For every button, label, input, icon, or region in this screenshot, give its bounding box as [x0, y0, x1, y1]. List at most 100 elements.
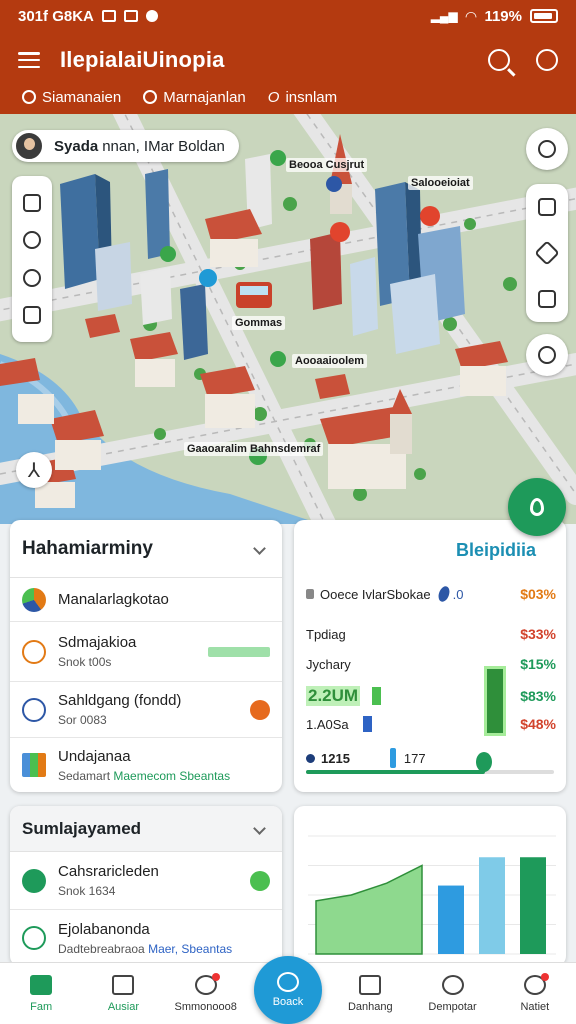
drop-icon: [436, 584, 452, 604]
summary-card: Hahamiarminy Manalarlagkotao Sdmajakioa …: [10, 520, 282, 792]
list-item[interactable]: Cahsraricleden Snok 1634: [10, 852, 282, 910]
stat-row[interactable]: 1.A0Sa $48%: [306, 716, 556, 732]
nav-label: Fam: [30, 1000, 53, 1013]
stat-row[interactable]: Ooece IvlarSbokae .0 $03%: [306, 584, 556, 604]
city-map[interactable]: Beooa Cusjrut Salooeioiat Aooaaioolem Go…: [0, 114, 576, 524]
stat-row[interactable]: 2.2UM $83%: [306, 686, 556, 706]
compass-icon[interactable]: ⅄: [16, 452, 52, 488]
bar-area-chart[interactable]: [294, 806, 566, 966]
nav-home[interactable]: Fam: [0, 963, 82, 1024]
settings-button[interactable]: [526, 334, 568, 376]
item-title: Sdmajakioa: [58, 634, 137, 651]
list-item[interactable]: Ejolabanonda Dadtebreabraoa Maer, Sbeant…: [10, 910, 282, 966]
list-item[interactable]: Undajanaa Sedamart Maemecom Sbeantas: [10, 738, 282, 792]
image-icon: [123, 10, 138, 22]
stat-label: 1215: [321, 750, 350, 766]
battery-icon: [530, 9, 558, 23]
stat-row[interactable]: Jychary $15%: [306, 656, 556, 672]
item-title: Undajanaa: [58, 747, 131, 765]
search-map-icon[interactable]: [23, 231, 41, 250]
stat-label: Jychary: [306, 656, 351, 672]
nav-notifications[interactable]: Smmonooo8: [165, 963, 247, 1024]
status-text: 301f G8KA: [18, 7, 94, 25]
home-icon[interactable]: [23, 306, 41, 325]
stat-label: 2.2UM: [306, 686, 361, 706]
chart-bar-2[interactable]: [520, 857, 546, 954]
sliders-icon: [538, 346, 556, 364]
mini-bar-blue: [362, 716, 372, 732]
item-title: Sahldgang (fondd): [58, 692, 182, 709]
chip-icon: [22, 90, 36, 104]
stat-row[interactable]: 1215 177: [306, 748, 556, 768]
map-label[interactable]: Aooaaioolem: [292, 354, 368, 368]
tag-icon[interactable]: [534, 240, 560, 266]
list-item[interactable]: Sdmajakioa Snok t00s: [10, 622, 282, 682]
nav-label: Danhang: [347, 1000, 393, 1013]
badge-dot: [211, 972, 220, 981]
stat-label: 1.A0Sa: [306, 716, 349, 732]
subtitle-link[interactable]: Maer, Sbeantas: [148, 942, 232, 956]
map-label[interactable]: Gommas: [232, 316, 286, 330]
map-label[interactable]: Gaaoaralim Bahnsdemraf: [184, 442, 324, 456]
gear-icon: [523, 972, 549, 995]
nav-messages[interactable]: Danhang: [329, 963, 411, 1024]
globe-icon: [277, 972, 299, 992]
map-label[interactable]: Salooeioiat: [408, 176, 473, 190]
target-icon: [538, 140, 556, 158]
area-series[interactable]: [315, 864, 423, 955]
stat-label: Tpdiag: [306, 626, 346, 642]
dot-icon: [306, 753, 315, 763]
filter-chips: Siamanaien Marnajanlan Oinsnlam: [0, 84, 576, 110]
chart-bar-1[interactable]: [479, 857, 505, 954]
list-item[interactable]: Manalarlagkotao: [10, 578, 282, 622]
nav-settings[interactable]: Natiet: [494, 963, 576, 1024]
chart-bar-0[interactable]: [438, 885, 464, 954]
alert-icon: [145, 10, 158, 22]
progress-track[interactable]: [306, 770, 554, 774]
nav-calendar[interactable]: Ausiar: [82, 963, 164, 1024]
chevron-down-icon[interactable]: [253, 822, 266, 835]
search-icon[interactable]: [488, 49, 510, 71]
chip-0[interactable]: Siamanaien: [22, 89, 121, 106]
cube-icon[interactable]: [538, 198, 556, 216]
item-title: Manalarlagkotao: [58, 591, 169, 608]
person-icon[interactable]: [23, 268, 41, 287]
map-illustration: [0, 114, 576, 524]
nav-label: Smmonooo8: [174, 1000, 237, 1013]
subtitle-text: Dadtebreabraoa: [58, 941, 149, 956]
card-header[interactable]: Sumlajayamed: [10, 806, 282, 852]
mini-bar-green: [372, 687, 382, 705]
nav-explore[interactable]: Dempotar: [411, 963, 493, 1024]
vehicle-icon: [22, 868, 46, 893]
profile-icon[interactable]: [536, 49, 558, 71]
layers-icon[interactable]: [23, 193, 41, 212]
stat-row[interactable]: Tpdiag $33%: [306, 626, 556, 642]
recenter-button[interactable]: [526, 128, 568, 170]
list-item[interactable]: Sahldgang (fondd) Sor 0083: [10, 682, 282, 738]
subtitle-text: Sedamart: [58, 768, 114, 783]
progress-knob[interactable]: [476, 752, 492, 772]
shield-icon[interactable]: [538, 290, 556, 308]
category-icon: [22, 587, 46, 612]
map-label[interactable]: Beooa Cusjrut: [286, 158, 368, 172]
edit-icon[interactable]: [250, 870, 270, 891]
chip-2[interactable]: Oinsnlam: [268, 89, 337, 106]
user-name: Syada: [54, 137, 99, 155]
subtitle-link[interactable]: Maemecom Sbeantas: [113, 769, 230, 783]
stat-value: $48%: [520, 716, 556, 732]
card-header[interactable]: Hahamiarminy: [10, 520, 282, 578]
stat-value: $33%: [520, 626, 556, 642]
edit-icon[interactable]: [250, 699, 270, 720]
chip-icon: O: [267, 88, 280, 106]
tools-icon: [22, 639, 46, 664]
user-location-chip[interactable]: Syada nnan, IMar Boldan: [12, 130, 239, 162]
menu-icon[interactable]: [18, 52, 40, 68]
battery-text: 119%: [484, 7, 522, 25]
chip-1[interactable]: Marnajanlan: [143, 89, 246, 106]
my-location-button[interactable]: [508, 478, 566, 536]
nav-label: Ausiar: [107, 1000, 140, 1013]
chevron-down-icon[interactable]: [253, 542, 266, 555]
map-tools-left: [12, 176, 52, 342]
stat-value: $15%: [520, 656, 556, 672]
center-action-button[interactable]: Boack: [254, 956, 322, 1024]
